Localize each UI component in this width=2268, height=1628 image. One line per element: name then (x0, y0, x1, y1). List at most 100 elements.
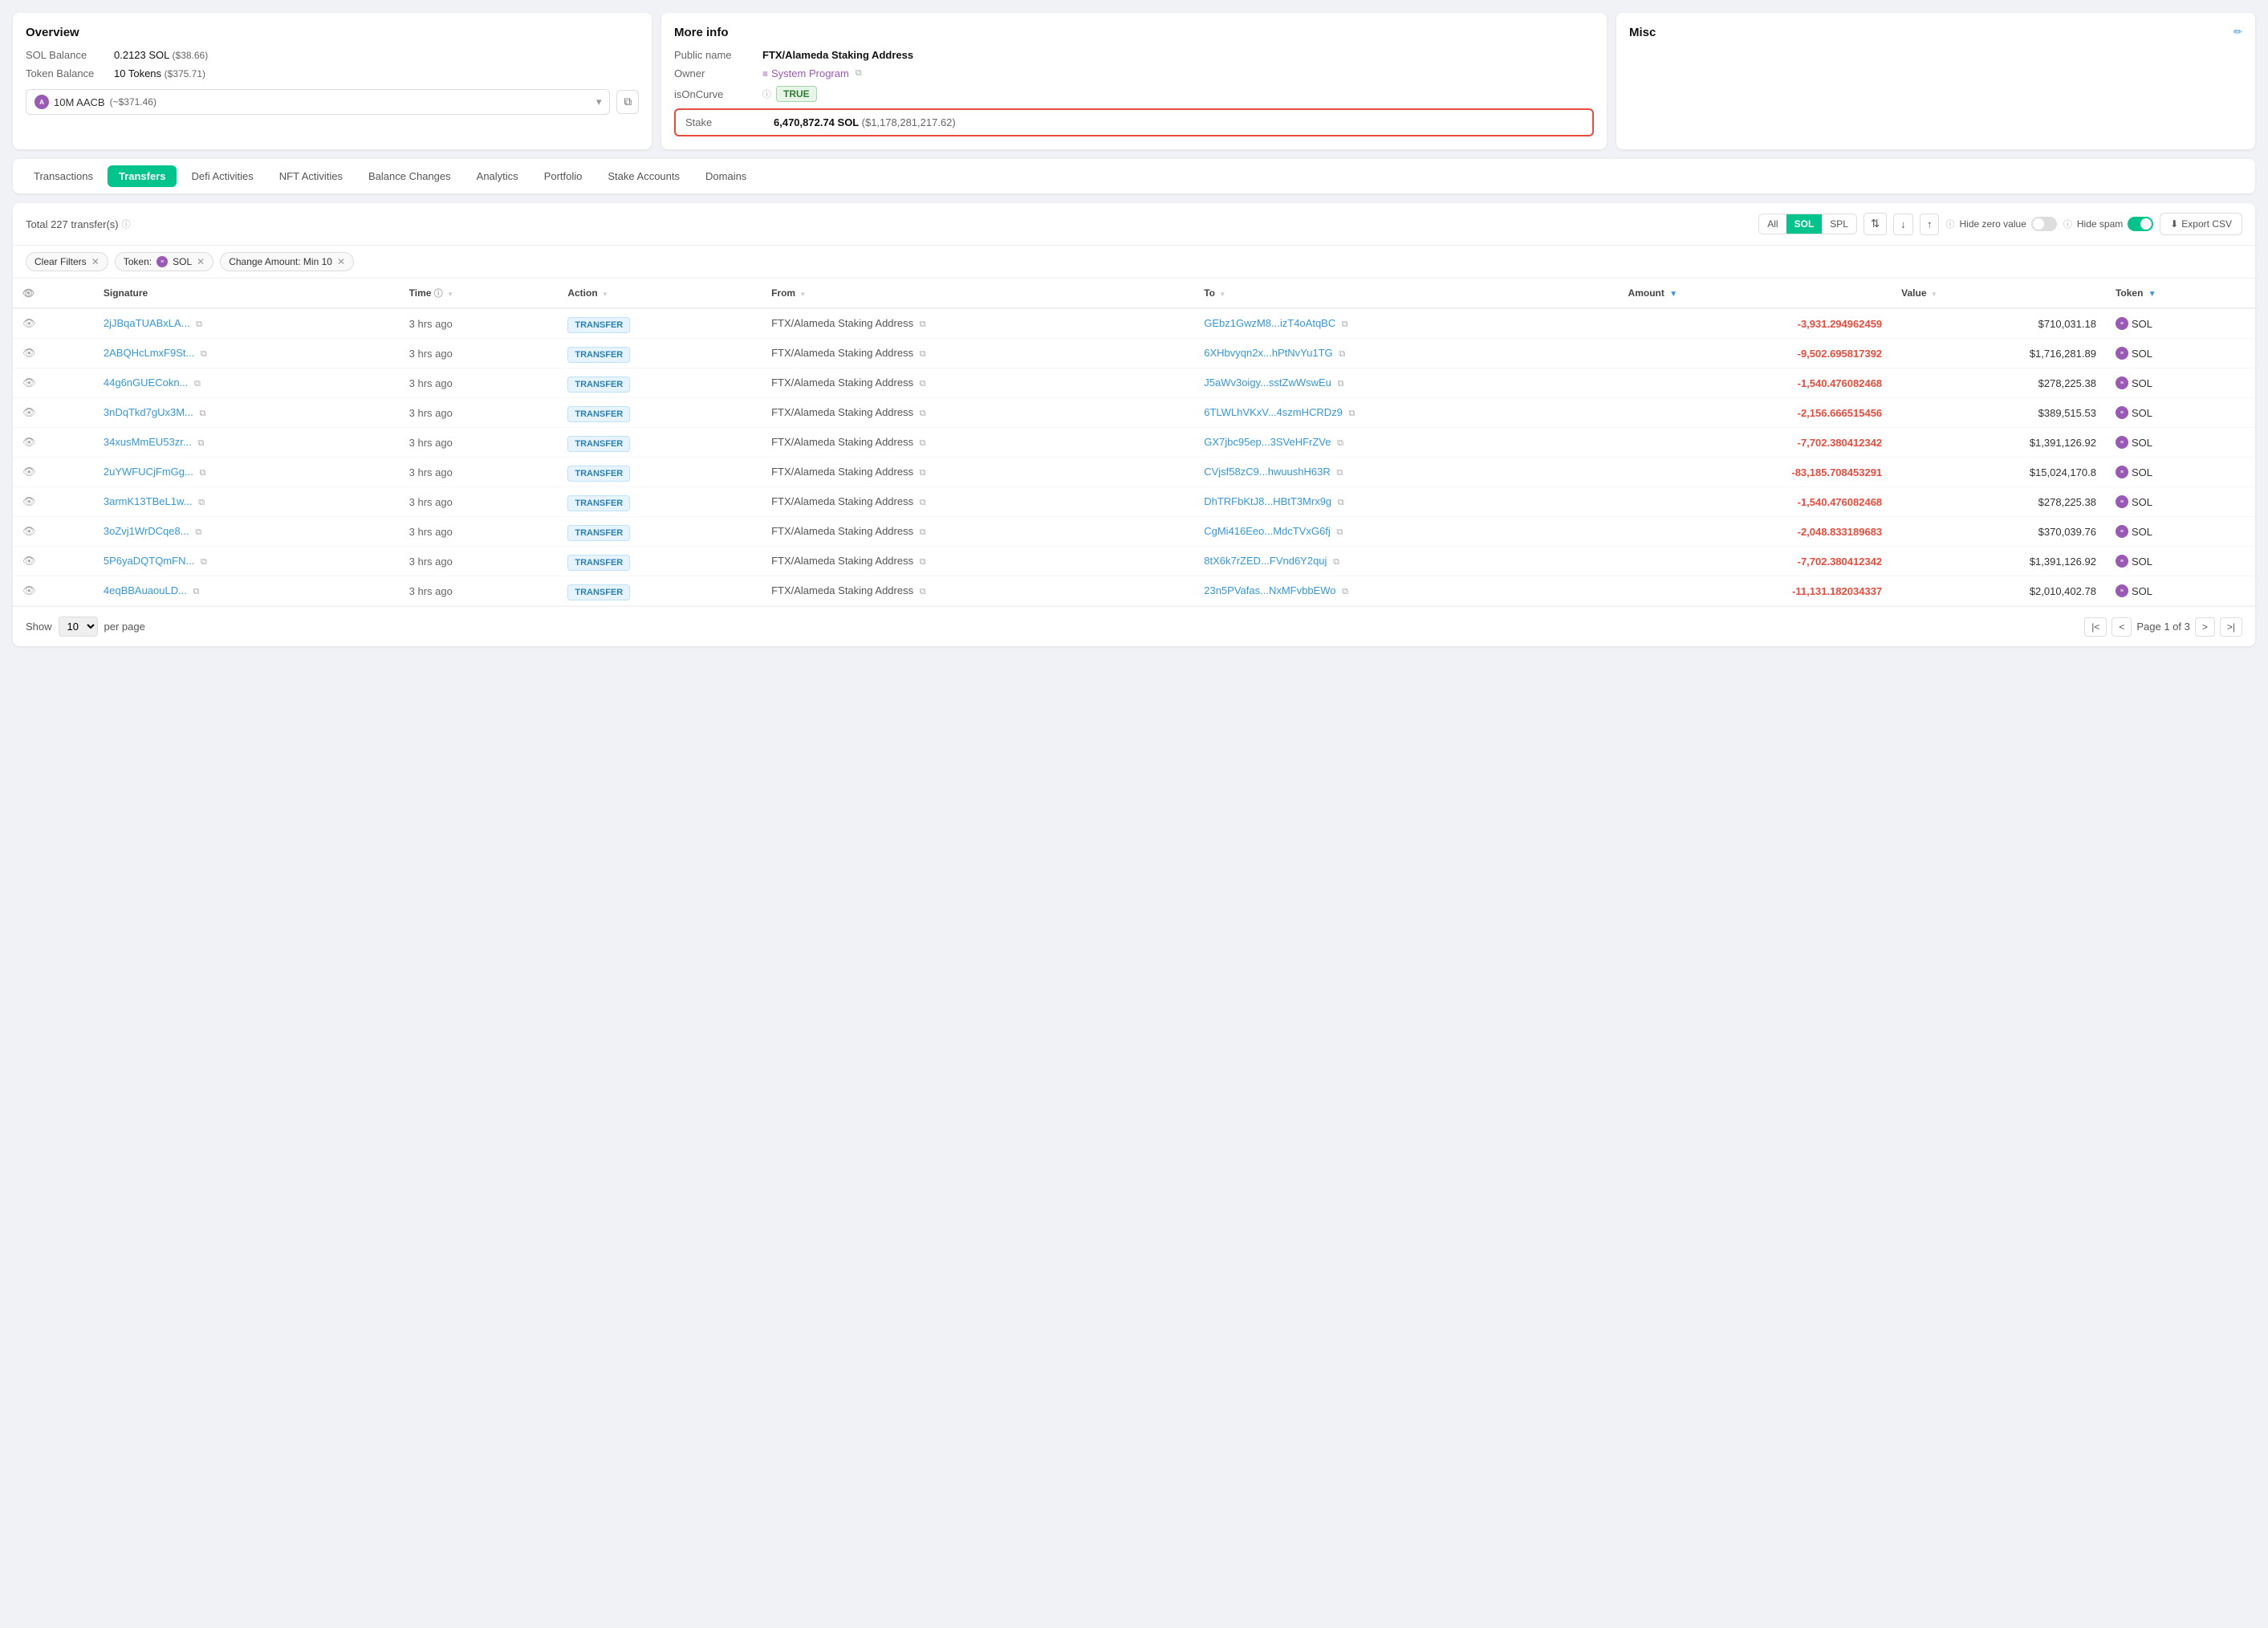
action-filter-icon[interactable]: ▼ (602, 291, 608, 298)
copy-from-icon[interactable]: ⧉ (920, 468, 926, 478)
eye-icon[interactable]: 👁 (22, 495, 36, 507)
copy-from-icon[interactable]: ⧉ (920, 409, 926, 418)
sort-desc-btn[interactable]: ↓ (1893, 214, 1913, 235)
copy-to-icon[interactable]: ⧉ (1337, 438, 1343, 448)
eye-icon[interactable]: 👁 (22, 347, 36, 359)
copy-to-icon[interactable]: ⧉ (1336, 527, 1343, 537)
eye-icon[interactable]: 👁 (22, 436, 36, 448)
filter-clear-tag[interactable]: Clear Filters ✕ (26, 252, 108, 271)
tab-balance-changes[interactable]: Balance Changes (357, 165, 462, 187)
to-link[interactable]: 23n5PVafas...NxMFvbbEWo (1204, 584, 1335, 596)
to-link[interactable]: 6TLWLhVKxV...4szmHCRDz9 (1204, 406, 1343, 418)
copy-owner-icon[interactable]: ⧉ (856, 68, 862, 79)
prev-page-btn[interactable]: < (2112, 617, 2132, 637)
copy-from-icon[interactable]: ⧉ (920, 319, 926, 329)
per-page-select[interactable]: 10 25 50 (59, 617, 98, 637)
copy-sig-icon[interactable]: ⧉ (194, 379, 201, 389)
copy-sig-icon[interactable]: ⧉ (193, 587, 200, 596)
clear-filters-close-icon[interactable]: ✕ (91, 256, 100, 267)
edit-icon[interactable]: ✏ (2233, 26, 2242, 39)
copy-to-icon[interactable]: ⧉ (1349, 409, 1356, 418)
copy-sig-icon[interactable]: ⧉ (200, 409, 206, 418)
tab-nft-activities[interactable]: NFT Activities (268, 165, 354, 187)
token-dropdown[interactable]: A 10M AACB (~$371.46) ▾ (26, 89, 610, 115)
sig-link[interactable]: 4eqBBAuaouLD... (104, 584, 187, 596)
copy-sig-icon[interactable]: ⧉ (196, 319, 202, 329)
copy-sig-icon[interactable]: ⧉ (197, 438, 204, 448)
filter-spl-btn[interactable]: SPL (1822, 214, 1856, 234)
tab-defi-activities[interactable]: Defi Activities (180, 165, 264, 187)
sort-asc-btn[interactable]: ↑ (1920, 214, 1940, 235)
owner-link[interactable]: ≡ System Program ⧉ (762, 67, 862, 79)
copy-from-icon[interactable]: ⧉ (920, 527, 926, 537)
copy-from-icon[interactable]: ⧉ (920, 379, 926, 389)
to-link[interactable]: GX7jbc95ep...3SVeHFrZVe (1204, 436, 1331, 448)
copy-sig-icon[interactable]: ⧉ (198, 498, 205, 507)
token-filter-icon[interactable]: ▼ (2148, 290, 2156, 299)
eye-icon[interactable]: 👁 (22, 584, 36, 596)
copy-button[interactable]: ⧉ (616, 90, 639, 114)
hide-spam-toggle[interactable] (2128, 217, 2153, 231)
to-link[interactable]: DhTRFbKtJ8...HBtT3Mrx9g (1204, 495, 1331, 507)
eye-icon[interactable]: 👁 (22, 525, 36, 537)
filter-amount-tag[interactable]: Change Amount: Min 10 ✕ (220, 252, 354, 271)
hide-zero-toggle[interactable] (2031, 217, 2057, 231)
sort-toggle-btn[interactable]: ⇅ (1864, 213, 1887, 235)
sig-link[interactable]: 2ABQHcLmxF9St... (104, 347, 194, 359)
tab-stake-accounts[interactable]: Stake Accounts (596, 165, 691, 187)
eye-icon[interactable]: 👁 (22, 555, 36, 567)
to-link[interactable]: CVjsf58zC9...hwuushH63R (1204, 466, 1331, 478)
sig-link[interactable]: 3nDqTkd7gUx3M... (104, 406, 193, 418)
copy-to-icon[interactable]: ⧉ (1338, 379, 1344, 389)
copy-to-icon[interactable]: ⧉ (1338, 498, 1344, 507)
tab-portfolio[interactable]: Portfolio (533, 165, 594, 187)
to-link[interactable]: 8tX6k7rZED...FVnd6Y2quj (1204, 555, 1327, 567)
to-filter-icon[interactable]: ▼ (1219, 291, 1225, 298)
sig-link[interactable]: 5P6yaDQTQmFN... (104, 555, 194, 567)
copy-to-icon[interactable]: ⧉ (1339, 349, 1345, 359)
copy-sig-icon[interactable]: ⧉ (195, 527, 201, 537)
copy-sig-icon[interactable]: ⧉ (201, 557, 207, 567)
token-filter-close-icon[interactable]: ✕ (197, 256, 205, 267)
to-link[interactable]: 6XHbvyqn2x...hPtNvYu1TG (1204, 347, 1332, 359)
from-filter-icon[interactable]: ▼ (799, 291, 806, 298)
copy-to-icon[interactable]: ⧉ (1336, 468, 1343, 478)
export-csv-button[interactable]: ⬇ Export CSV (2160, 213, 2242, 235)
sig-link[interactable]: 3oZvj1WrDCqe8... (104, 525, 189, 537)
value-filter-icon[interactable]: ▼ (1931, 291, 1937, 298)
copy-from-icon[interactable]: ⧉ (920, 587, 926, 596)
copy-from-icon[interactable]: ⧉ (920, 349, 926, 359)
amount-filter-icon[interactable]: ▼ (1669, 290, 1677, 299)
tab-transfers[interactable]: Transfers (108, 165, 177, 187)
copy-from-icon[interactable]: ⧉ (920, 438, 926, 448)
copy-from-icon[interactable]: ⧉ (920, 557, 926, 567)
tab-transactions[interactable]: Transactions (22, 165, 104, 187)
time-filter-icon[interactable]: ▼ (447, 291, 453, 298)
copy-to-icon[interactable]: ⧉ (1342, 319, 1348, 329)
sig-link[interactable]: 44g6nGUECokn... (104, 376, 189, 389)
sig-link[interactable]: 2uYWFUCjFmGg... (104, 466, 193, 478)
amount-filter-close-icon[interactable]: ✕ (337, 256, 345, 267)
tab-analytics[interactable]: Analytics (465, 165, 530, 187)
eye-icon[interactable]: 👁 (22, 317, 36, 329)
filter-sol-btn[interactable]: SOL (1786, 214, 1823, 234)
sig-link[interactable]: 3armK13TBeL1w... (104, 495, 193, 507)
copy-from-icon[interactable]: ⧉ (920, 498, 926, 507)
filter-all-btn[interactable]: All (1759, 214, 1786, 234)
eye-icon[interactable]: 👁 (22, 466, 36, 478)
sig-link[interactable]: 34xusMmEU53zr... (104, 436, 192, 448)
last-page-btn[interactable]: >| (2220, 617, 2242, 637)
sig-link[interactable]: 2jJBqaTUABxLA... (104, 317, 190, 329)
copy-to-icon[interactable]: ⧉ (1333, 557, 1339, 567)
to-link[interactable]: CgMi416Eeo...MdcTVxG6fj (1204, 525, 1331, 537)
copy-sig-icon[interactable]: ⧉ (199, 468, 205, 478)
copy-to-icon[interactable]: ⧉ (1342, 587, 1348, 596)
copy-sig-icon[interactable]: ⧉ (201, 349, 207, 359)
eye-icon[interactable]: 👁 (22, 376, 36, 389)
first-page-btn[interactable]: |< (2084, 617, 2107, 637)
eye-icon[interactable]: 👁 (22, 406, 36, 418)
to-link[interactable]: J5aWv3oigy...sstZwWswEu (1204, 376, 1331, 389)
to-link[interactable]: GEbz1GwzM8...izT4oAtqBC (1204, 317, 1335, 329)
tab-domains[interactable]: Domains (694, 165, 758, 187)
filter-token-tag[interactable]: Token: ≡ SOL ✕ (115, 252, 213, 271)
